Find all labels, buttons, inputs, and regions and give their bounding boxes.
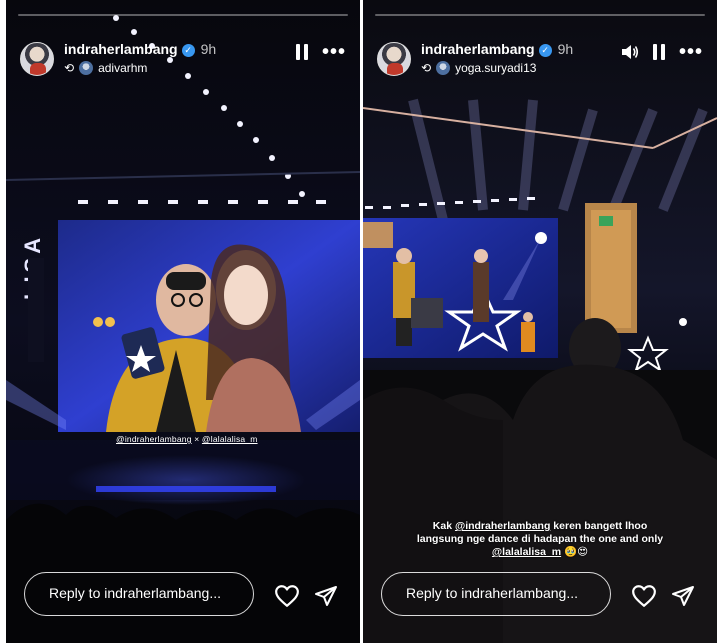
story-header: indraherlambang ✓ 9h ⟲ adivarhm ••• — [20, 38, 346, 80]
reply-input[interactable]: Reply to indraherlambang... — [381, 572, 611, 616]
story-progress-bar — [18, 14, 348, 16]
timestamp: 9h — [557, 41, 574, 57]
more-icon[interactable]: ••• — [679, 42, 703, 62]
caption-line-2: langsung nge dance di hadapan the one an… — [416, 533, 664, 545]
mention-link[interactable]: @indraherlambang — [455, 520, 550, 532]
send-icon[interactable] — [314, 584, 338, 608]
story-progress-bar — [375, 14, 705, 16]
story-panel-left[interactable]: LISA indraherlambang✓9h ⟲ adivarhm — [6, 0, 360, 643]
concert-photo-left: LISA — [6, 0, 360, 643]
pause-icon[interactable] — [295, 44, 308, 60]
heart-icon[interactable] — [274, 584, 300, 608]
reshare-avatar — [79, 61, 94, 75]
heart-icon[interactable] — [631, 584, 657, 608]
username[interactable]: indraherlambang ✓ 9h — [421, 41, 573, 57]
reshare-attribution[interactable]: ⟲ yoga.suryadi13 — [421, 61, 536, 75]
speaker-icon[interactable] — [621, 44, 639, 60]
username[interactable]: indraherlambang ✓ 9h — [64, 41, 216, 57]
reshare-attribution[interactable]: ⟲ adivarhm — [64, 61, 147, 75]
timestamp: 9h — [200, 41, 217, 57]
pause-icon[interactable] — [652, 44, 665, 60]
avatar[interactable] — [377, 42, 411, 76]
repost-icon: ⟲ — [421, 61, 432, 75]
mention-link[interactable]: @lalalalisa_m — [492, 546, 561, 558]
reshare-avatar — [436, 61, 451, 75]
repost-icon: ⟲ — [64, 61, 75, 75]
reply-input[interactable]: Reply to indraherlambang... — [24, 572, 254, 616]
story-panel-right[interactable]: indraherlambang ✓ 9h ⟲ yoga.suryadi13 ••• … — [363, 0, 717, 643]
caption-line-1: Kak @indraherlambang keren bangett lhoo — [432, 520, 648, 532]
story-header: indraherlambang ✓ 9h ⟲ yoga.suryadi13 ••• — [377, 38, 703, 80]
verified-icon: ✓ — [538, 44, 552, 57]
stories-screenshot: LISA indraherlambang✓9h ⟲ adivarhm — [0, 0, 720, 643]
caption-line-3: @lalalalisa_m 🥹😍 — [491, 546, 589, 558]
story-caption: Kak @indraherlambang keren bangett lhoo … — [363, 520, 717, 559]
story-controls: ••• — [621, 42, 703, 62]
send-icon[interactable] — [671, 584, 695, 608]
more-icon[interactable]: ••• — [322, 42, 346, 62]
screen-tag: @indraherlambang × @lalalalisa_m — [116, 434, 258, 444]
story-controls: ••• — [295, 42, 346, 62]
avatar[interactable] — [20, 42, 54, 76]
verified-icon: ✓ — [181, 44, 195, 57]
